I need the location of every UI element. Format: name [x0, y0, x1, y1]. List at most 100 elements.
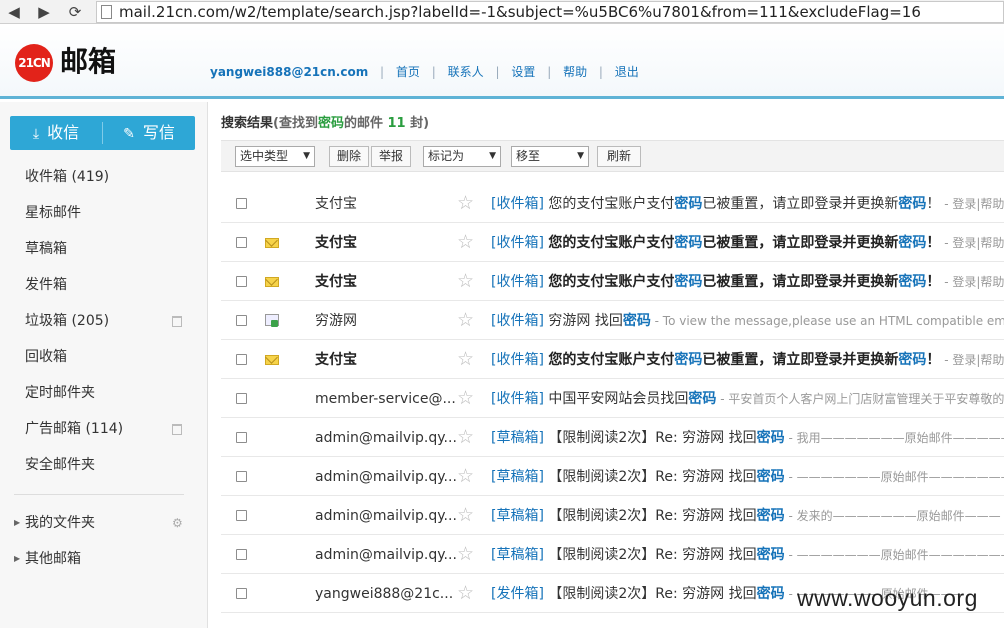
report-button[interactable]: 举报	[371, 146, 411, 167]
move-to-dropdown[interactable]: 移至 ▼	[511, 146, 589, 167]
address-bar[interactable]: mail.21cn.com/w2/template/search.jsp?lab…	[96, 1, 1004, 23]
reload-icon[interactable]: ⟳	[66, 3, 84, 21]
folder-spam[interactable]: 垃圾箱 (205)	[25, 312, 109, 330]
row-checkbox[interactable]	[236, 510, 247, 521]
nav-contacts[interactable]: 联系人	[448, 65, 484, 79]
star-icon[interactable]: ☆	[457, 349, 474, 369]
star-icon[interactable]: ☆	[457, 232, 474, 252]
delete-button[interactable]: 删除	[329, 146, 369, 167]
mail-row[interactable]: admin@mailvip.qy... ☆ [草稿箱] 【限制阅读2次】Re: …	[221, 496, 1004, 535]
group-other-mail[interactable]: 其他邮箱	[25, 550, 81, 568]
row-checkbox[interactable]	[236, 354, 247, 365]
empty-trash-icon[interactable]	[172, 424, 182, 435]
row-checkbox[interactable]	[236, 588, 247, 599]
folder-security[interactable]: 安全邮件夹	[25, 456, 95, 474]
mail-subject[interactable]: [草稿箱] 【限制阅读2次】Re: 穷游网 找回密码 - 发来的———————原…	[491, 507, 1004, 525]
mail-subject[interactable]: [收件箱] 穷游网 找回密码 - To view the message,ple…	[491, 312, 1004, 330]
folder-scheduled[interactable]: 定时邮件夹	[25, 384, 95, 402]
chevron-down-icon: ▼	[303, 151, 310, 161]
select-type-dropdown[interactable]: 选中类型 ▼	[235, 146, 315, 167]
row-checkbox[interactable]	[236, 432, 247, 443]
user-email[interactable]: yangwei888@21cn.com	[210, 65, 368, 79]
mail-subject[interactable]: [收件箱] 您的支付宝账户支付密码已被重置，请立即登录并更换新密码！ - 登录|…	[491, 234, 1004, 252]
mail-sender: 支付宝	[315, 274, 357, 290]
unread-envelope-icon	[265, 238, 279, 248]
star-icon[interactable]: ☆	[457, 544, 474, 564]
row-checkbox[interactable]	[236, 549, 247, 560]
mail-sender: 穷游网	[315, 313, 357, 329]
mail-sender: yangwei888@21c...	[315, 586, 454, 602]
logo-badge[interactable]: 21CN	[15, 44, 53, 82]
mail-row[interactable]: 支付宝 ☆ [收件箱] 您的支付宝账户支付密码已被重置，请立即登录并更换新密码！…	[221, 223, 1004, 262]
mail-toolbar: 选中类型 ▼ 删除 举报 标记为 ▼ 移至 ▼ 刷新	[221, 140, 1004, 172]
folder-sent[interactable]: 发件箱	[25, 276, 67, 294]
mail-sender: 支付宝	[315, 235, 357, 251]
search-keyword: 密码	[317, 116, 344, 131]
mail-row[interactable]: 支付宝 ☆ [收件箱] 您的支付宝账户支付密码已被重置，请立即登录并更换新密码！…	[221, 262, 1004, 301]
mark-as-dropdown[interactable]: 标记为 ▼	[423, 146, 501, 167]
row-checkbox[interactable]	[236, 471, 247, 482]
mail-sender: 支付宝	[315, 352, 357, 368]
forward-icon[interactable]: ▶	[35, 3, 53, 21]
sidebar: ⤓ 收信 ✎ 写信 收件箱 (419) 星标邮件 草稿箱 发件箱 垃圾箱 (205)…	[0, 102, 208, 628]
back-icon[interactable]: ◀	[5, 3, 23, 21]
gear-icon[interactable]: ⚙	[172, 516, 183, 530]
star-icon[interactable]: ☆	[457, 310, 474, 330]
star-icon[interactable]: ☆	[457, 505, 474, 525]
folder-starred[interactable]: 星标邮件	[25, 204, 81, 222]
row-checkbox[interactable]	[236, 276, 247, 287]
star-icon[interactable]: ☆	[457, 466, 474, 486]
mail-subject[interactable]: [收件箱] 您的支付宝账户支付密码已被重置，请立即登录并更换新密码！ - 登录|…	[491, 351, 1004, 369]
mail-sender: admin@mailvip.qy...	[315, 547, 457, 563]
star-icon[interactable]: ☆	[457, 427, 474, 447]
browser-toolbar: ◀ ▶ ⟳ mail.21cn.com/w2/template/search.j…	[0, 0, 1004, 24]
mail-subject[interactable]: [收件箱] 您的支付宝账户支付密码已被重置，请立即登录并更换新密码！ - 登录|…	[491, 273, 1004, 291]
folder-recycle[interactable]: 回收箱	[25, 348, 67, 366]
nav-logout[interactable]: 退出	[615, 65, 639, 79]
download-icon: ⤓	[32, 126, 40, 142]
star-icon[interactable]: ☆	[457, 271, 474, 291]
nav-home[interactable]: 首页	[396, 65, 420, 79]
expand-icon[interactable]: ▶	[14, 550, 20, 568]
mail-row[interactable]: admin@mailvip.qy... ☆ [草稿箱] 【限制阅读2次】Re: …	[221, 457, 1004, 496]
receive-button[interactable]: ⤓ 收信	[10, 116, 102, 150]
nav-help[interactable]: 帮助	[563, 65, 587, 79]
mail-header: 21CN 邮箱 yangwei888@21cn.com | 首页 | 联系人 |…	[0, 25, 1004, 99]
chevron-down-icon: ▼	[577, 151, 584, 161]
star-icon[interactable]: ☆	[457, 193, 474, 213]
star-icon[interactable]: ☆	[457, 583, 474, 603]
mail-subject[interactable]: [草稿箱] 【限制阅读2次】Re: 穷游网 找回密码 - ———————原始邮件…	[491, 468, 1004, 486]
folder-drafts[interactable]: 草稿箱	[25, 240, 67, 258]
result-count: 11	[387, 116, 406, 131]
unread-envelope-icon	[265, 277, 279, 287]
mail-row[interactable]: 支付宝 ☆ [收件箱] 您的支付宝账户支付密码已被重置，请立即登录并更换新密码！…	[221, 340, 1004, 379]
mail-subject[interactable]: [收件箱] 中国平安网站会员找回密码 - 平安首页个人客户网上门店财富管理关于平…	[491, 390, 1004, 408]
mail-row[interactable]: member-service@... ☆ [收件箱] 中国平安网站会员找回密码 …	[221, 379, 1004, 418]
row-checkbox[interactable]	[236, 237, 247, 248]
result-title: 搜索结果	[221, 116, 274, 131]
page-icon	[101, 5, 112, 19]
star-icon[interactable]: ☆	[457, 388, 474, 408]
mail-row[interactable]: 穷游网 ☆ [收件箱] 穷游网 找回密码 - To view the messa…	[221, 301, 1004, 340]
expand-icon[interactable]: ▶	[14, 514, 20, 532]
row-checkbox[interactable]	[236, 315, 247, 326]
mail-sender: member-service@...	[315, 391, 456, 407]
sidebar-divider	[14, 494, 184, 495]
mail-row[interactable]: 支付宝 ☆ [收件箱] 您的支付宝账户支付密码已被重置，请立即登录并更换新密码！…	[221, 184, 1004, 223]
nav-settings[interactable]: 设置	[511, 65, 535, 79]
mail-row[interactable]: admin@mailvip.qy... ☆ [草稿箱] 【限制阅读2次】Re: …	[221, 418, 1004, 457]
mail-row[interactable]: admin@mailvip.qy... ☆ [草稿箱] 【限制阅读2次】Re: …	[221, 535, 1004, 574]
row-checkbox[interactable]	[236, 393, 247, 404]
mail-subject[interactable]: [草稿箱] 【限制阅读2次】Re: 穷游网 找回密码 - 我用———————原始…	[491, 429, 1004, 447]
group-my-folders[interactable]: 我的文件夹	[25, 514, 95, 532]
empty-trash-icon[interactable]	[172, 316, 182, 327]
write-button[interactable]: ✎ 写信	[103, 116, 195, 150]
refresh-button[interactable]: 刷新	[597, 146, 641, 167]
mail-subject[interactable]: [收件箱] 您的支付宝账户支付密码已被重置，请立即登录并更换新密码！ - 登录|…	[491, 195, 1004, 213]
mail-subject[interactable]: [草稿箱] 【限制阅读2次】Re: 穷游网 找回密码 - ———————原始邮件…	[491, 546, 1004, 564]
row-checkbox[interactable]	[236, 198, 247, 209]
logo-text[interactable]: 邮箱	[60, 45, 116, 79]
folder-inbox[interactable]: 收件箱 (419)	[25, 168, 109, 186]
folder-ads[interactable]: 广告邮箱 (114)	[25, 420, 123, 438]
mail-sender: admin@mailvip.qy...	[315, 430, 457, 446]
